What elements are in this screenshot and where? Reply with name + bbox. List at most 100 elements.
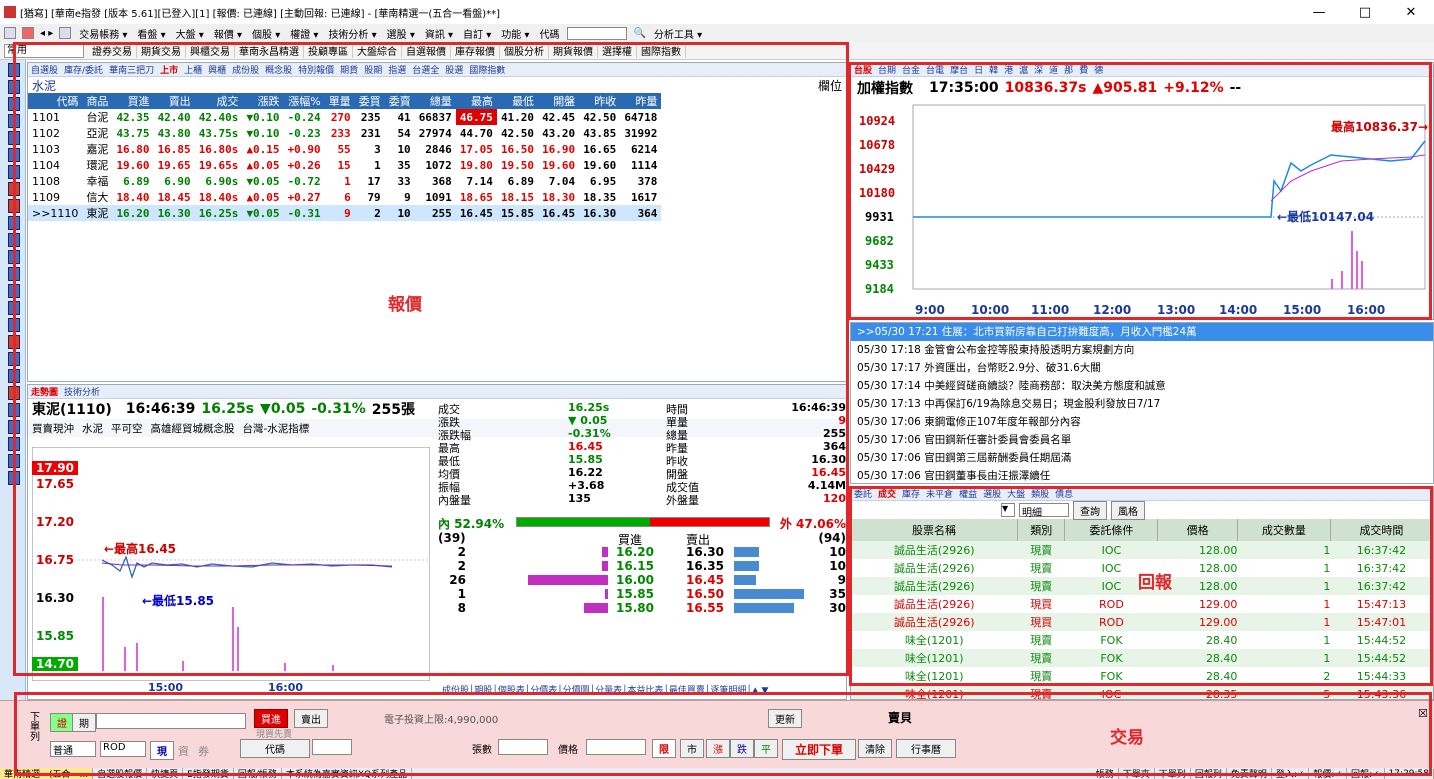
- print-icon[interactable]: [59, 27, 72, 39]
- news-item[interactable]: 05/30 17:13 中再保訂6/19為除息交易日；現金股利發放日7/17: [851, 395, 1433, 413]
- column-header[interactable]: 成交數量: [1237, 519, 1331, 541]
- column-header[interactable]: 成交: [194, 93, 243, 109]
- tab-watchlist[interactable]: 自選股: [28, 63, 61, 76]
- tab-technical[interactable]: 技術分析: [61, 385, 103, 398]
- quote-row[interactable]: 1102 亞泥 43.75 43.80 43.75s ▼0.10 -0.23 233 231 54…: [28, 125, 661, 141]
- toolbar-item[interactable]: 自選報價: [402, 43, 451, 58]
- menu-item[interactable]: 交易帳務 ▾: [77, 26, 129, 41]
- toolbar-item[interactable]: 個股分析: [500, 43, 549, 58]
- quick-icon[interactable]: [8, 318, 20, 332]
- quick-icon[interactable]: [8, 250, 20, 264]
- quick-icon[interactable]: [8, 369, 20, 383]
- stock-code-input[interactable]: [96, 713, 246, 729]
- code-input[interactable]: [567, 26, 628, 40]
- status-right[interactable]: 下單列: [1155, 768, 1191, 779]
- tab-hk[interactable]: 港: [1001, 63, 1016, 76]
- status-tab[interactable]: 回報/帳務: [234, 768, 282, 779]
- tab-tw-futures[interactable]: 台期: [875, 63, 899, 76]
- quick-icon[interactable]: [8, 301, 20, 315]
- tab-shanghai[interactable]: 滬: [1016, 63, 1031, 76]
- status-tab[interactable]: 華南精選一(五合一...: [0, 768, 94, 779]
- fill-row[interactable]: 味全(1201) 現賣 FOK 28.40 1 15:44:52: [851, 631, 1433, 649]
- quote-row[interactable]: 1108 幸福 6.89 6.90 6.90s ▼0.05 -0.72 1 17 33 368 7.1…: [28, 173, 661, 189]
- quote-row[interactable]: 1103 嘉泥 16.80 16.85 16.80s ▲0.15 +0.90 55 3 10 284…: [28, 141, 661, 157]
- limit-button[interactable]: 限: [652, 739, 676, 758]
- stock-bottom-tabs[interactable]: 成份股│期股│個股表│分價表│分價圖│分量表│本益比表│最佳買賣│逐筆明細│▲ …: [442, 683, 768, 696]
- minimize-button[interactable]: —: [1296, 0, 1342, 24]
- tab-three-knives[interactable]: 華南三把刀: [106, 63, 157, 76]
- quick-icon[interactable]: [8, 131, 20, 145]
- dropdown-arrow-icon[interactable]: ▼: [1001, 503, 1015, 517]
- short-button[interactable]: 券: [198, 743, 209, 759]
- code-field[interactable]: [312, 739, 352, 755]
- news-item[interactable]: 05/30 17:06 官田鋼第三屆薪酬委員任期屆滿: [851, 449, 1433, 467]
- menu-item[interactable]: 選股 ▾: [385, 26, 417, 41]
- quick-icon[interactable]: [8, 284, 20, 298]
- quick-icon[interactable]: [8, 420, 20, 434]
- tab-germany[interactable]: 德: [1091, 63, 1106, 76]
- tab-concept[interactable]: 概念股: [262, 63, 295, 76]
- tab-bond[interactable]: 債息: [1052, 487, 1076, 500]
- quick-icon[interactable]: [8, 80, 20, 94]
- calendar-button[interactable]: 行事曆: [896, 739, 956, 758]
- tab-tw-finance[interactable]: 台金: [899, 63, 923, 76]
- submit-order-button[interactable]: 立即下單: [782, 739, 856, 760]
- fill-row[interactable]: 誠品生活(2926) 現賣 IOC 128.00 1 16:37:42: [851, 541, 1433, 559]
- quick-icon[interactable]: [8, 165, 20, 179]
- fill-row[interactable]: 誠品生活(2926) 現買 ROD 129.00 1 15:47:01: [851, 613, 1433, 631]
- tab-tw-electronic[interactable]: 台電: [923, 63, 947, 76]
- tab-japan[interactable]: 日: [971, 63, 986, 76]
- toolbar-item[interactable]: 庫存報價: [451, 43, 500, 58]
- quick-icon[interactable]: [8, 233, 20, 247]
- quick-icon[interactable]: [8, 403, 20, 417]
- menu-item[interactable]: 自訂 ▾: [461, 26, 493, 41]
- margin-button[interactable]: 資: [178, 743, 189, 759]
- tab-otc[interactable]: 上櫃: [181, 63, 205, 76]
- tab-stock-futures[interactable]: 股期: [361, 63, 385, 76]
- tab-shenzhen[interactable]: 深: [1031, 63, 1046, 76]
- close-button[interactable]: ✕: [1388, 0, 1434, 24]
- menu-item[interactable]: 大盤 ▾: [174, 26, 206, 41]
- column-header[interactable]: 價格: [1157, 519, 1238, 541]
- status-right[interactable]: 帳務: [1092, 768, 1119, 779]
- tab-msci[interactable]: 摩台: [947, 63, 971, 76]
- column-header[interactable]: 昨量: [620, 93, 662, 109]
- menu-item[interactable]: 報價 ▾: [212, 26, 244, 41]
- tab-screener[interactable]: 選股: [980, 487, 1004, 500]
- quick-icon[interactable]: [8, 386, 20, 400]
- code-button[interactable]: 代碼: [240, 739, 310, 758]
- menu-item[interactable]: 個股 ▾: [250, 26, 282, 41]
- tab-listed[interactable]: 上市: [157, 63, 181, 76]
- news-item[interactable]: 05/30 17:06 東鋼電修正107年度年報部分內容: [851, 413, 1433, 431]
- column-header[interactable]: 漲跌: [242, 93, 284, 109]
- buy-button[interactable]: 買進: [254, 709, 288, 728]
- column-header[interactable]: 代碼: [28, 93, 83, 109]
- menu-item[interactable]: 看盤 ▾: [135, 26, 167, 41]
- tab-securities[interactable]: 證: [50, 713, 74, 732]
- field-button[interactable]: 欄位: [818, 77, 842, 94]
- quick-icon[interactable]: [8, 182, 20, 196]
- toolbar-item[interactable]: 期貨報價: [549, 43, 598, 58]
- toolbar-item[interactable]: 國際指數: [637, 43, 686, 58]
- tab-stock-options[interactable]: 股選: [442, 63, 466, 76]
- market-button[interactable]: 市: [680, 739, 704, 758]
- tab-emerging[interactable]: 興櫃: [205, 63, 229, 76]
- column-header[interactable]: 開盤: [538, 93, 580, 109]
- quick-icon[interactable]: [8, 454, 20, 468]
- grid-icon[interactable]: [4, 27, 16, 39]
- quick-icon[interactable]: [8, 114, 20, 128]
- tab-components[interactable]: 成份股: [229, 63, 262, 76]
- toolbar-item[interactable]: 投顧專區: [304, 43, 353, 58]
- tab-holdings[interactable]: 庫存: [899, 487, 923, 500]
- back-icon[interactable]: ◂ ▸: [40, 28, 53, 39]
- quote-row[interactable]: 1109 信大 18.40 18.45 18.40s ▲0.05 +0.27 6 79 9 1091…: [28, 189, 661, 205]
- column-header[interactable]: 單量: [324, 93, 355, 109]
- column-header[interactable]: 昨收: [579, 93, 621, 109]
- tab-sox[interactable]: 費: [1076, 63, 1091, 76]
- tab-special[interactable]: 特別報價: [295, 63, 337, 76]
- tab-inventory[interactable]: 庫存/委託: [61, 63, 106, 76]
- quick-icon[interactable]: [8, 437, 20, 451]
- column-header[interactable]: 總量: [414, 93, 456, 109]
- column-header[interactable]: 賣出: [153, 93, 195, 109]
- price-stepper[interactable]: [586, 739, 646, 755]
